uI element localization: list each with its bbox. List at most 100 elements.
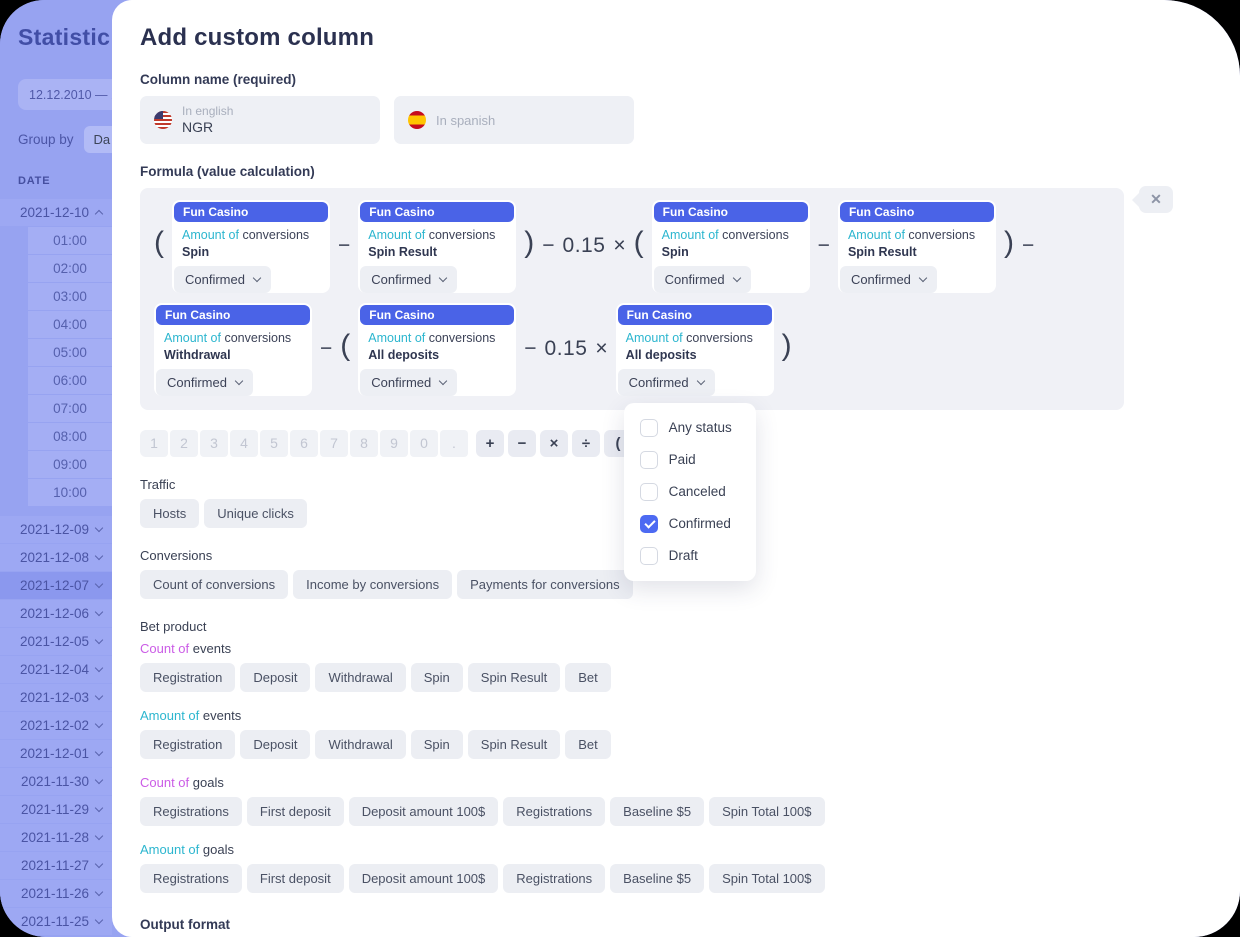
minus-key[interactable]: − — [508, 430, 536, 457]
digit-key[interactable]: 0 — [410, 430, 438, 457]
goal-chip[interactable]: Registrations — [503, 797, 605, 826]
status-dropdown: Any status Paid Canceled Confirmed Draft — [624, 403, 756, 581]
status-select[interactable]: Confirmed — [840, 266, 937, 293]
status-option[interactable]: Paid — [624, 444, 756, 476]
chevron-down-icon — [95, 916, 103, 924]
goal-chip[interactable]: Baseline $5 — [610, 797, 704, 826]
status-select[interactable]: Confirmed — [654, 266, 751, 293]
digit-key[interactable]: 7 — [320, 430, 348, 457]
status-select[interactable]: Confirmed — [360, 369, 457, 396]
goal-chip[interactable]: Registrations — [140, 864, 242, 893]
column-name-input-english[interactable]: In english NGR — [140, 96, 380, 144]
date-range-input: 12.12.2010 — 1 — [18, 79, 112, 110]
amount-of-goals-chips: Registrations First deposit Deposit amou… — [140, 864, 1240, 893]
us-flag-icon — [154, 111, 172, 129]
chevron-down-icon — [95, 888, 103, 896]
metric-chip[interactable]: Income by conversions — [293, 570, 452, 599]
chevron-down-icon — [95, 524, 103, 532]
status-select-open[interactable]: Confirmed — [618, 369, 715, 396]
close-paren: ) — [782, 331, 792, 367]
count-of-events-label: Count of events — [140, 641, 1240, 656]
metric-chip[interactable]: Payments for conversions — [457, 570, 633, 599]
event-chip[interactable]: Spin — [411, 730, 463, 759]
checkbox-checked-icon[interactable] — [640, 515, 658, 533]
formula-chip[interactable]: Fun Casino Amount of conversions Spin Co… — [652, 200, 810, 293]
formula-chip[interactable]: Fun Casino Amount of conversions Spin Re… — [358, 200, 516, 293]
chevron-down-icon — [696, 376, 704, 384]
amount-of-events-label: Amount of events — [140, 708, 1240, 723]
event-chip[interactable]: Deposit — [240, 663, 310, 692]
group-by-label: Group by — [18, 132, 74, 147]
multiply-key[interactable]: × — [540, 430, 568, 457]
formula-chip[interactable]: Fun Casino Amount of conversions Withdra… — [154, 303, 312, 396]
goal-chip[interactable]: Baseline $5 — [610, 864, 704, 893]
modal-backdrop[interactable]: Statistic 12.12.2010 — 1 Group by Da DAT… — [0, 0, 112, 937]
formula-label: Formula (value calculation) — [140, 164, 1240, 179]
formula-chip-with-open-dropdown[interactable]: Fun Casino Amount of conversions All dep… — [616, 303, 774, 396]
digit-key[interactable]: 5 — [260, 430, 288, 457]
goal-chip[interactable]: Registrations — [503, 864, 605, 893]
status-select[interactable]: Confirmed — [360, 266, 457, 293]
metric-chip[interactable]: Unique clicks — [204, 499, 307, 528]
date-row: 2021-11-29 — [0, 796, 112, 823]
divide-key[interactable]: ÷ — [572, 430, 600, 457]
formula-chip[interactable]: Fun Casino Amount of conversions Spin Re… — [838, 200, 996, 293]
status-select[interactable]: Confirmed — [156, 369, 253, 396]
chevron-up-icon — [95, 210, 103, 218]
event-chip[interactable]: Bet — [565, 730, 611, 759]
plus-key[interactable]: + — [476, 430, 504, 457]
goal-chip[interactable]: Registrations — [140, 797, 242, 826]
goal-chip[interactable]: Deposit amount 100$ — [349, 864, 499, 893]
status-option[interactable]: Canceled — [624, 476, 756, 508]
goal-chip[interactable]: Spin Total 100$ — [709, 864, 824, 893]
digit-key[interactable]: 4 — [230, 430, 258, 457]
digit-key[interactable]: 3 — [200, 430, 228, 457]
formula-chip[interactable]: Fun Casino Amount of conversions Spin Co… — [172, 200, 330, 293]
chip-prefix: Amount of — [848, 228, 905, 242]
date-row: 2021-11-30 — [0, 768, 112, 795]
count-of-goals-chips: Registrations First deposit Deposit amou… — [140, 797, 1240, 826]
digit-key[interactable]: 1 — [140, 430, 168, 457]
event-chip[interactable]: Bet — [565, 663, 611, 692]
status-option-checked[interactable]: Confirmed — [624, 508, 756, 540]
clear-formula-button[interactable]: ✕ — [1139, 186, 1173, 213]
decimal-key[interactable]: . — [440, 430, 468, 457]
event-chip[interactable]: Deposit — [240, 730, 310, 759]
chevron-down-icon — [919, 274, 927, 282]
checkbox-icon[interactable] — [640, 419, 658, 437]
goal-chip[interactable]: Spin Total 100$ — [709, 797, 824, 826]
digit-key[interactable]: 8 — [350, 430, 378, 457]
metric-chip[interactable]: Hosts — [140, 499, 199, 528]
event-chip[interactable]: Withdrawal — [315, 730, 405, 759]
event-chip[interactable]: Registration — [140, 663, 235, 692]
goal-chip[interactable]: First deposit — [247, 797, 344, 826]
event-chip[interactable]: Spin Result — [468, 730, 560, 759]
checkbox-icon[interactable] — [640, 451, 658, 469]
status-option[interactable]: Draft — [624, 540, 756, 572]
status-select[interactable]: Confirmed — [174, 266, 271, 293]
checkbox-icon[interactable] — [640, 483, 658, 501]
event-chip[interactable]: Registration — [140, 730, 235, 759]
formula-chip[interactable]: Fun Casino Amount of conversions All dep… — [358, 303, 516, 396]
open-paren: ( — [634, 228, 644, 264]
chip-event: Withdrawal — [164, 347, 302, 364]
chevron-down-icon — [95, 748, 103, 756]
digit-key[interactable]: 2 — [170, 430, 198, 457]
minus-op: − — [542, 234, 554, 258]
date-row: 2021-12-04 — [0, 656, 112, 683]
chevron-down-icon — [95, 664, 103, 672]
column-name-input-spanish[interactable]: In spanish — [394, 96, 634, 144]
goal-chip[interactable]: Deposit amount 100$ — [349, 797, 499, 826]
formula-section: ( Fun Casino Amount of conversions Spin … — [140, 188, 1124, 410]
metric-chip[interactable]: Count of conversions — [140, 570, 288, 599]
digit-key[interactable]: 9 — [380, 430, 408, 457]
status-option[interactable]: Any status — [624, 412, 756, 444]
output-format-label: Output format — [140, 917, 1240, 932]
event-chip[interactable]: Withdrawal — [315, 663, 405, 692]
checkbox-icon[interactable] — [640, 547, 658, 565]
digit-keys: 1 2 3 4 5 6 7 8 9 0 . — [140, 430, 468, 457]
digit-key[interactable]: 6 — [290, 430, 318, 457]
goal-chip[interactable]: First deposit — [247, 864, 344, 893]
event-chip[interactable]: Spin — [411, 663, 463, 692]
event-chip[interactable]: Spin Result — [468, 663, 560, 692]
